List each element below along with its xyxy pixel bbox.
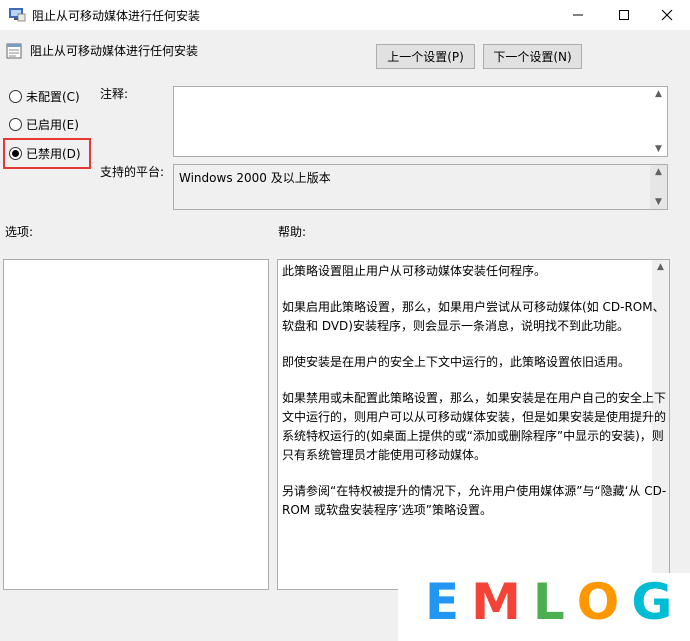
close-button[interactable] bbox=[644, 0, 690, 30]
help-paragraph: 即使安装是在用户的安全上下文中运行的，此策略设置依旧适用。 bbox=[282, 355, 631, 369]
logo-letter: L bbox=[532, 573, 567, 631]
emlog-logo: E M L O G bbox=[425, 577, 674, 627]
scroll-up-icon[interactable]: ▲ bbox=[655, 167, 662, 177]
highlight-annotation bbox=[3, 138, 91, 169]
help-paragraph: 如果禁用或未配置此策略设置，那么，如果安装是在用户自己的安全上下文中运行的，则用… bbox=[282, 391, 667, 462]
logo-letter: G bbox=[631, 573, 675, 631]
options-panel bbox=[3, 259, 269, 590]
radio-enabled[interactable]: 已启用(E) bbox=[9, 114, 79, 134]
close-icon bbox=[661, 9, 673, 21]
comment-label: 注释: bbox=[100, 87, 129, 101]
options-label: 选项: bbox=[5, 225, 34, 239]
window-title: 阻止从可移动媒体进行任何安装 bbox=[32, 9, 201, 23]
next-setting-button[interactable]: 下一个设置(N) bbox=[483, 44, 582, 69]
platform-field: Windows 2000 及以上版本 ▲ ▼ bbox=[173, 164, 668, 210]
policy-title: 阻止从可移动媒体进行任何安装 bbox=[30, 44, 199, 58]
platform-label: 支持的平台: bbox=[100, 165, 165, 179]
maximize-icon bbox=[619, 10, 629, 20]
scroll-down-icon[interactable]: ▼ bbox=[655, 197, 662, 207]
previous-setting-button[interactable]: 上一个设置(P) bbox=[376, 44, 475, 69]
radio-button[interactable] bbox=[9, 89, 22, 103]
logo-letter: O bbox=[576, 573, 622, 631]
comment-scrollbar[interactable]: ▲ ▼ bbox=[650, 87, 667, 156]
platform-scrollbar[interactable]: ▲ ▼ bbox=[650, 165, 667, 209]
radio-label: 已启用(E) bbox=[26, 117, 79, 132]
help-paragraph: 另请参阅“在特权被提升的情况下，允许用户使用媒体源”与“隐藏‘从 CD-ROM … bbox=[282, 484, 667, 517]
minimize-icon bbox=[573, 14, 583, 16]
maximize-button[interactable] bbox=[601, 0, 647, 30]
help-text: 此策略设置阻止用户从可移动媒体安装任何程序。 如果启用此策略设置，那么，如果用户… bbox=[282, 262, 667, 537]
radio-not-configured[interactable]: 未配置(C) bbox=[9, 86, 80, 106]
policy-setting-icon bbox=[6, 43, 22, 59]
logo-letter: M bbox=[471, 573, 523, 631]
radio-label: 未配置(C) bbox=[26, 89, 80, 104]
help-paragraph: 此策略设置阻止用户从可移动媒体安装任何程序。 bbox=[282, 264, 547, 278]
help-paragraph: 如果启用此策略设置，那么，如果用户尝试从可移动媒体(如 CD-ROM、软盘和 D… bbox=[282, 300, 665, 333]
logo-letter: E bbox=[425, 573, 462, 631]
minimize-button[interactable] bbox=[555, 0, 601, 30]
comment-textarea[interactable]: ▲ ▼ bbox=[173, 86, 668, 157]
help-label: 帮助: bbox=[278, 225, 307, 239]
group-policy-app-icon bbox=[8, 6, 26, 22]
platform-value: Windows 2000 及以上版本 bbox=[179, 171, 331, 185]
scroll-down-icon[interactable]: ▼ bbox=[655, 144, 662, 154]
radio-button[interactable] bbox=[9, 117, 22, 131]
scroll-up-icon[interactable]: ▲ bbox=[655, 89, 662, 99]
